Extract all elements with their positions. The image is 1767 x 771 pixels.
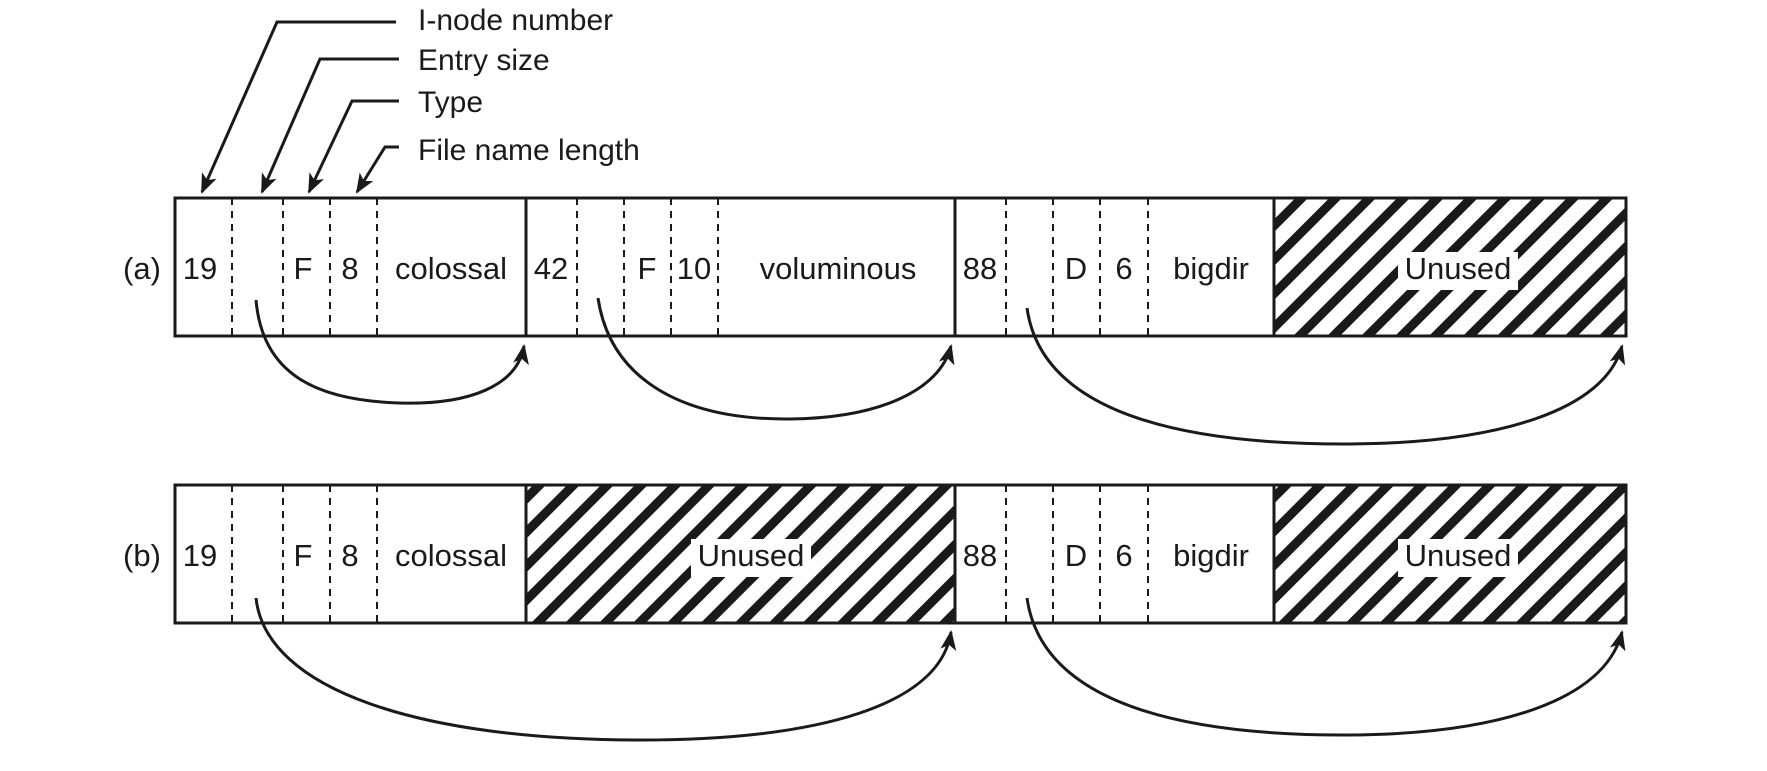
row-a-entry2-type: F <box>638 251 657 286</box>
row-a-label: (a) <box>123 251 161 286</box>
row-b-entry3-name: bigdir <box>1173 538 1249 573</box>
row-b-entry3-inode: 88 <box>963 538 997 573</box>
row-b-entry3-name-length: 6 <box>1115 538 1132 573</box>
callout-inode-number: I-node number <box>418 4 613 37</box>
row-a-entry3-name: bigdir <box>1173 251 1249 286</box>
row-b: (b) Unused Unused 19 F 8 colossal 88 D 6… <box>123 483 1628 742</box>
row-a-entry2-name-length: 10 <box>677 251 711 286</box>
row-a-entry1-type: F <box>294 251 313 286</box>
row-a-entry3-name-length: 6 <box>1115 251 1132 286</box>
directory-entries-diagram: I-node number Entry size Type File name … <box>123 4 1628 742</box>
row-b-unused1-label: Unused <box>698 538 805 573</box>
callouts: I-node number Entry size Type File name … <box>200 4 640 194</box>
callout-file-name-length: File name length <box>418 134 640 167</box>
row-b-label: (b) <box>123 538 161 573</box>
row-b-entry1-inode: 19 <box>183 538 217 573</box>
row-a: (a) Unused 19 F 8 colossal 42 F 10 volum… <box>123 196 1628 446</box>
leader-name-length <box>355 145 399 194</box>
row-b-entry1-name: colossal <box>395 538 507 573</box>
callout-entry-size: Entry size <box>418 44 550 77</box>
row-a-entry1-inode: 19 <box>183 251 217 286</box>
row-b-entry1-name-length: 8 <box>341 538 358 573</box>
row-b-entry3-type: D <box>1065 538 1087 573</box>
leader-entry-size <box>260 57 399 194</box>
row-a-entry1-size-arrow <box>254 299 529 405</box>
row-a-entry2-name: voluminous <box>760 251 917 286</box>
row-b-unused2-label: Unused <box>1405 538 1512 573</box>
row-a-entry1-name-length: 8 <box>341 251 358 286</box>
row-a-entry3-type: D <box>1065 251 1087 286</box>
row-a-entry2-inode: 42 <box>534 251 568 286</box>
row-a-unused-label: Unused <box>1405 251 1512 286</box>
callout-type: Type <box>418 86 483 119</box>
row-b-entry1-type: F <box>294 538 313 573</box>
row-a-entry2-size-arrow <box>596 297 955 421</box>
row-a-entry3-inode: 88 <box>963 251 997 286</box>
row-a-entry1-name: colossal <box>395 251 507 286</box>
